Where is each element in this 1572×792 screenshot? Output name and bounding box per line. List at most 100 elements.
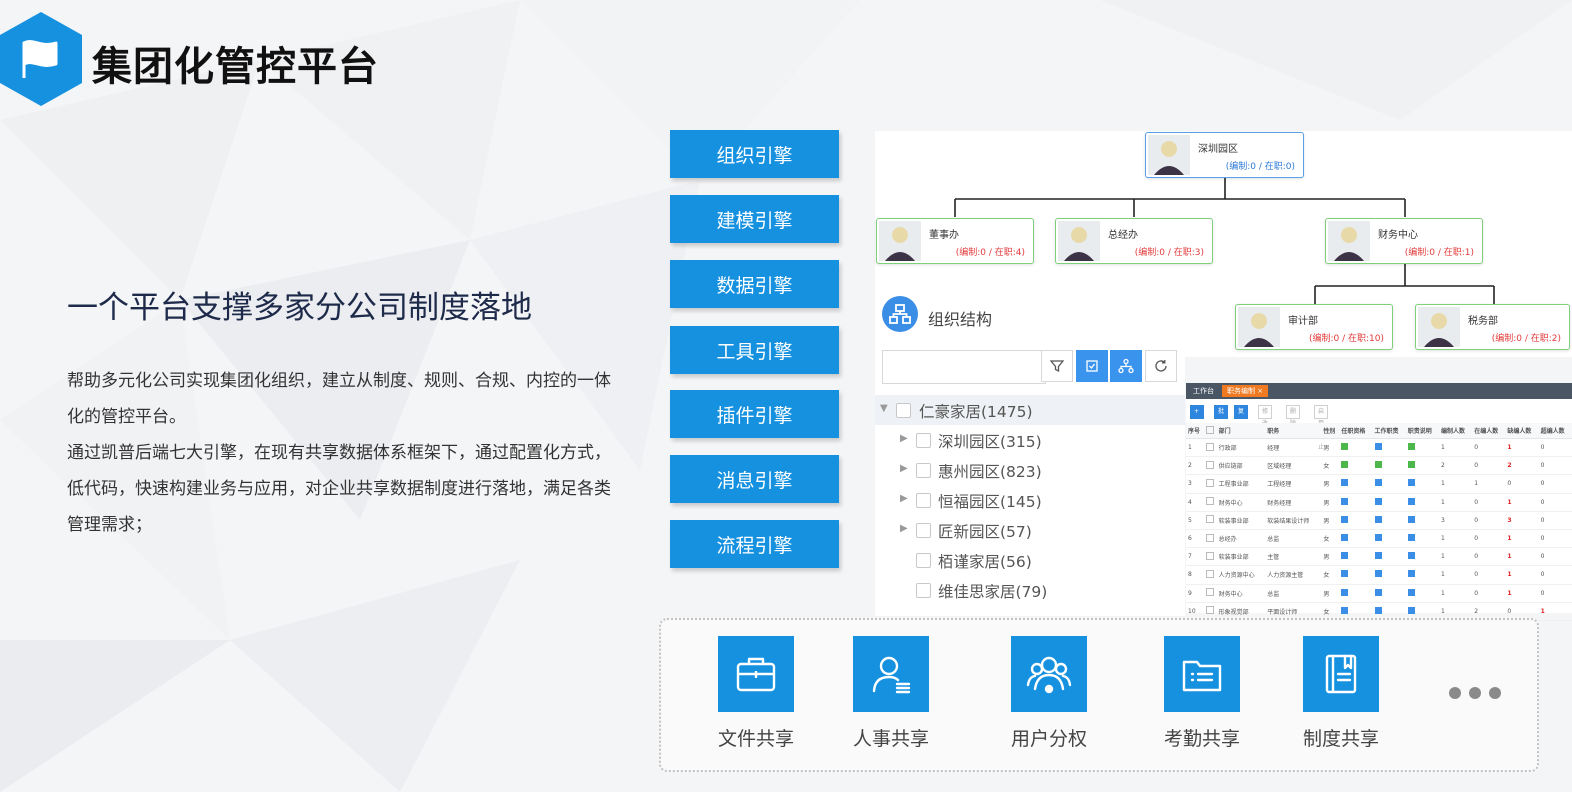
caret-right-icon[interactable]: ▶: [900, 523, 908, 534]
tree-row-label: 仁豪家居(1475): [919, 403, 1033, 421]
tree-row-label: 维佳思家居(79): [938, 583, 1048, 601]
avatar: [1328, 221, 1370, 261]
row-checkbox[interactable]: [1205, 515, 1214, 524]
toggle-status-button[interactable]: 启用停止: [1314, 405, 1329, 451]
engine-button-tool[interactable]: 工具引擎: [670, 326, 839, 374]
tree-search-input[interactable]: [882, 350, 1046, 384]
row-checkbox[interactable]: [1205, 533, 1214, 542]
share-policy[interactable]: 制度共享: [1276, 636, 1406, 756]
checkmark-icon: [1341, 443, 1349, 451]
tree-row[interactable]: ▼ 仁豪家居(1475): [875, 395, 1185, 425]
share-file[interactable]: 文件共享: [691, 636, 821, 756]
hierarchy-button[interactable]: [1110, 350, 1142, 382]
more-dots-icon[interactable]: [1447, 685, 1503, 701]
row-checkbox[interactable]: [1205, 478, 1214, 487]
org-node-shenjibu[interactable]: 审计部 (编制:0 / 在职:10): [1235, 304, 1393, 350]
row-checkbox[interactable]: [1205, 497, 1214, 506]
org-node-count: (编制:0 / 在职:2): [1491, 334, 1561, 344]
tree-checkbox[interactable]: [916, 583, 931, 598]
checkmark-cell: [1405, 456, 1439, 476]
org-node-root[interactable]: 深圳园区 (编制:0 / 在职:0): [1145, 132, 1304, 178]
table-row[interactable]: 4 财务中心 财务经理男 1 0 1 0: [1186, 493, 1572, 512]
table-cell: 女: [1321, 565, 1340, 585]
tree-row[interactable]: ▶ 匠新园区(57): [875, 515, 1185, 545]
add-button[interactable]: + 新增: [1190, 405, 1204, 439]
table-cell: 0: [1472, 529, 1506, 549]
hierarchy-icon: [1118, 358, 1134, 374]
tree-row[interactable]: 栢谨家居(56): [875, 545, 1185, 575]
table-cell: 3: [1186, 474, 1204, 494]
checkmark-cell: [1372, 529, 1406, 549]
tab-workbench[interactable]: 工作台: [1188, 385, 1219, 397]
table-row[interactable]: 3 工程事业部 工程经理男 1 1 0 0: [1186, 474, 1572, 494]
tree-checkbox[interactable]: [916, 463, 931, 478]
row-checkbox[interactable]: [1205, 588, 1214, 597]
tree-checkbox[interactable]: [916, 433, 931, 448]
table-cell: 0: [1538, 565, 1572, 585]
engine-button-message[interactable]: 消息引擎: [670, 455, 839, 503]
caret-right-icon[interactable]: ▶: [900, 433, 908, 444]
row-checkbox[interactable]: [1205, 569, 1214, 578]
org-node-caiwuzhongxin[interactable]: 财务中心 (编制:0 / 在职:1): [1325, 218, 1483, 264]
edit-button[interactable]: 修改: [1258, 405, 1273, 427]
checkmark-icon: [1374, 497, 1382, 505]
col-header: 性别: [1321, 423, 1340, 439]
row-checkbox[interactable]: [1205, 606, 1214, 615]
table-row[interactable]: 2 供应链部 区域经理女 2 0 2 0: [1186, 456, 1572, 476]
org-node-zongjingban[interactable]: 总经办 (编制:0 / 在职:3): [1055, 218, 1213, 264]
avatar: [879, 221, 921, 261]
table-row[interactable]: 5 软装事业部 软装结果设计师男 3 0 3 0: [1186, 511, 1572, 530]
tree-checkbox[interactable]: [896, 403, 911, 418]
table-cell: 财务中心: [1216, 584, 1266, 603]
row-select-cell: [1203, 493, 1217, 512]
engine-button-data[interactable]: 数据引擎: [670, 260, 839, 308]
table-cell: 5: [1186, 511, 1204, 530]
engine-button-plugin[interactable]: 插件引擎: [670, 390, 839, 438]
caret-right-icon[interactable]: ▶: [900, 463, 908, 474]
checkmark-cell: [1372, 565, 1406, 585]
table-cell: 0: [1472, 493, 1506, 512]
share-permission[interactable]: 用户分权: [984, 636, 1114, 756]
checkbox-icon: [1086, 360, 1098, 372]
table-row[interactable]: 7 软装事业部 主管男 1 0 1 0: [1186, 547, 1572, 567]
tree-row[interactable]: ▶ 恒福园区(145): [875, 485, 1185, 515]
tree-row[interactable]: ▶ 惠州园区(823): [875, 455, 1185, 485]
tab-position-staffing[interactable]: 职务编制 ×: [1222, 385, 1269, 397]
select-all-checkbox[interactable]: [1205, 425, 1214, 434]
checkmark-cell: [1405, 511, 1439, 530]
refresh-button[interactable]: [1145, 350, 1177, 382]
tree-checkbox[interactable]: [916, 553, 931, 568]
tree-row[interactable]: 维佳思家居(79): [875, 575, 1185, 605]
row-checkbox[interactable]: [1205, 442, 1214, 451]
engine-button-flow[interactable]: 流程引擎: [670, 520, 839, 568]
row-checkbox[interactable]: [1205, 460, 1214, 469]
row-checkbox[interactable]: [1205, 551, 1214, 560]
filter-button[interactable]: [1041, 350, 1073, 382]
col-header: 职务: [1265, 423, 1322, 439]
caret-right-icon[interactable]: ▶: [900, 493, 908, 504]
checkmark-cell: [1339, 584, 1373, 603]
tree-row-label: 恒福园区(145): [938, 493, 1042, 511]
description-paragraph-1: 帮助多元化公司实现集团化组织，建立从制度、规则、合规、内控的一体化的管控平台。: [67, 371, 611, 427]
share-hr[interactable]: 人事共享: [826, 636, 956, 756]
delete-button[interactable]: 删除: [1286, 405, 1301, 427]
checkmark-icon: [1407, 479, 1415, 487]
engine-button-org[interactable]: 组织引擎: [670, 130, 839, 178]
tree-row[interactable]: ▶ 深圳园区(315): [875, 425, 1185, 455]
engine-button-model[interactable]: 建模引擎: [670, 195, 839, 243]
org-node-dongshiban[interactable]: 董事办 (编制:0 / 在职:4): [876, 218, 1034, 264]
copy-button[interactable]: 复制: [1234, 405, 1249, 427]
share-attendance[interactable]: 考勤共享: [1137, 636, 1267, 756]
table-row[interactable]: 8 人力资源中心 人力资源主管女 1 0 1 0: [1186, 565, 1572, 585]
caret-down-icon[interactable]: ▼: [880, 403, 888, 414]
table-row[interactable]: 6 总经办 总监女 1 0 1 0: [1186, 529, 1572, 549]
table-row[interactable]: 9 财务中心 总监男 1 0 1 0: [1186, 584, 1572, 603]
org-node-shuiwubu[interactable]: 税务部 (编制:0 / 在职:2): [1415, 304, 1570, 350]
table-cell: 1: [1505, 529, 1539, 549]
check-all-button[interactable]: [1076, 350, 1108, 382]
batch-button[interactable]: 批量: [1214, 405, 1229, 427]
tree-checkbox[interactable]: [916, 493, 931, 508]
org-node-name: 财务中心: [1378, 230, 1418, 241]
table-row[interactable]: 1 行政部 经理男 1 0 1 0: [1186, 438, 1572, 458]
tree-checkbox[interactable]: [916, 523, 931, 538]
